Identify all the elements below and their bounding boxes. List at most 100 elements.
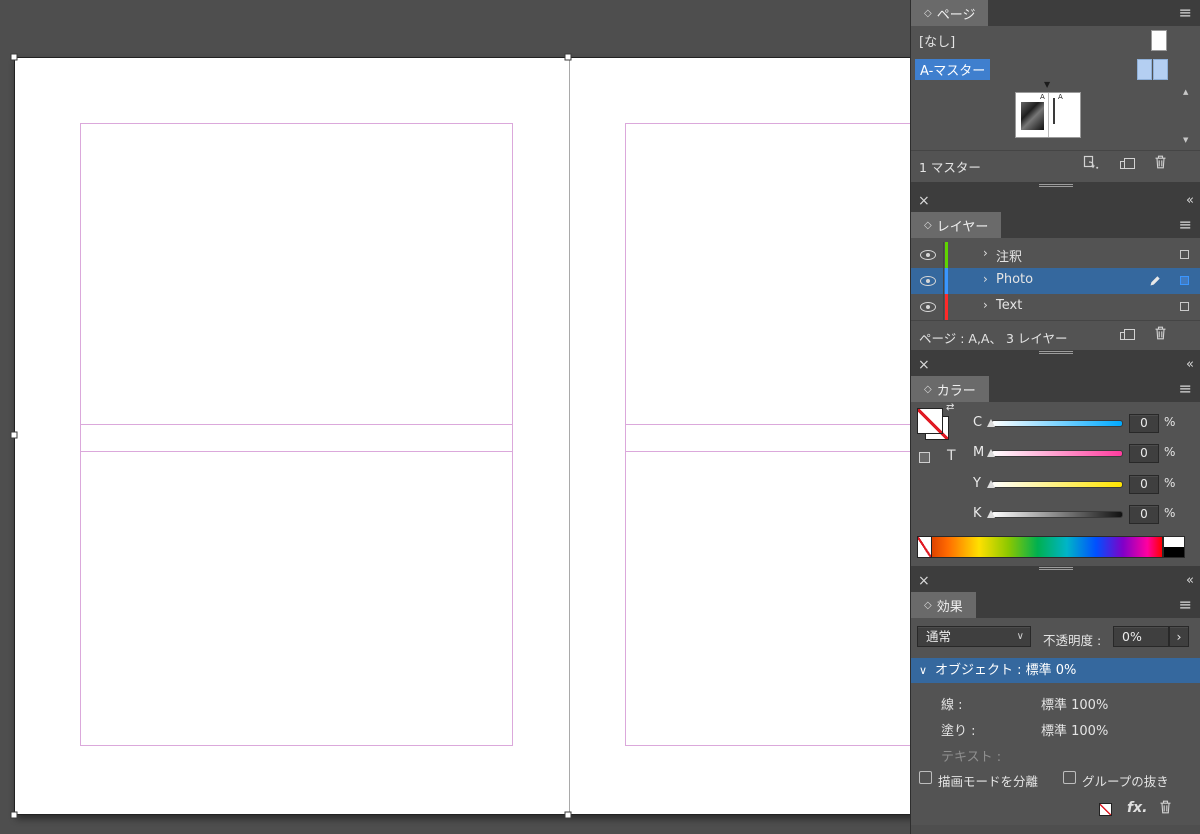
- selection-handle[interactable]: [564, 811, 572, 819]
- panel-menu-icon[interactable]: ≡: [1179, 379, 1192, 398]
- collapse-panel-icon[interactable]: «: [1186, 357, 1194, 372]
- layer-target-square[interactable]: [1180, 276, 1189, 285]
- isolate-blending-checkbox[interactable]: [919, 771, 932, 784]
- new-page-icon[interactable]: [1120, 158, 1135, 169]
- percent-label: %: [1164, 415, 1176, 429]
- thumbnail-master-letter: A: [1058, 93, 1063, 101]
- chevron-down-icon: ∨: [1016, 631, 1024, 642]
- fx-button[interactable]: fx.: [1127, 800, 1147, 816]
- panel-menu-icon[interactable]: ≡: [1179, 595, 1192, 614]
- tab-pages[interactable]: ◇ ページ: [911, 0, 989, 26]
- slider-thumb[interactable]: [987, 510, 995, 518]
- close-icon[interactable]: ×: [918, 193, 930, 209]
- isolate-blending-label[interactable]: 描画モードを分離: [938, 771, 1038, 790]
- delete-page-icon[interactable]: [1154, 155, 1167, 173]
- expand-chevron-icon[interactable]: ›: [983, 246, 988, 260]
- fill-attr-label[interactable]: 塗り :: [941, 720, 976, 739]
- selection-handle[interactable]: [564, 53, 572, 61]
- none-color-swatch[interactable]: [917, 536, 932, 558]
- tab-color[interactable]: ◇ カラー: [911, 376, 989, 402]
- chevron-down-icon[interactable]: ∨: [919, 658, 927, 683]
- selection-handle[interactable]: [10, 53, 18, 61]
- blend-mode-select[interactable]: 通常 ∨: [917, 626, 1031, 647]
- slider-thumb[interactable]: [987, 419, 995, 427]
- layers-status-label: ページ : A,A、 3 レイヤー: [919, 331, 1068, 346]
- layer-target-square[interactable]: [1180, 302, 1189, 311]
- frame-divider-guide: [80, 451, 513, 452]
- magenta-slider[interactable]: [991, 450, 1123, 457]
- text-attr-label: テキスト :: [941, 750, 1002, 765]
- black-value-field[interactable]: 0: [1129, 505, 1159, 524]
- yellow-value-field[interactable]: 0: [1129, 475, 1159, 494]
- color-spectrum-ramp[interactable]: [917, 536, 1163, 558]
- panel-resize-gutter[interactable]: [911, 182, 1200, 192]
- opacity-field[interactable]: 0%: [1113, 626, 1169, 647]
- panel-menu-icon[interactable]: ≡: [1179, 3, 1192, 22]
- slider-thumb[interactable]: [987, 480, 995, 488]
- master-none-page-icon[interactable]: [1151, 30, 1167, 51]
- cyan-value-field[interactable]: 0: [1129, 414, 1159, 433]
- formatting-affects-text-icon[interactable]: T: [947, 448, 956, 464]
- yellow-slider[interactable]: [991, 481, 1123, 488]
- close-icon[interactable]: ×: [918, 357, 930, 373]
- expand-chevron-icon[interactable]: ›: [983, 272, 988, 286]
- cyan-slider[interactable]: [991, 420, 1123, 427]
- eye-icon[interactable]: [920, 250, 936, 260]
- new-layer-icon[interactable]: [1120, 329, 1135, 340]
- collapse-panel-icon[interactable]: «: [1186, 573, 1194, 588]
- thumbnail-master-letter: A: [1040, 93, 1045, 101]
- layer-color-bar: [945, 268, 948, 294]
- edit-master-icon[interactable]: [1083, 155, 1099, 174]
- channel-label: Y: [973, 476, 981, 491]
- panel-menu-icon[interactable]: ≡: [1179, 215, 1192, 234]
- knockout-group-label[interactable]: グループの抜き: [1082, 771, 1169, 790]
- tab-effects-label: 効果: [936, 599, 963, 615]
- layer-name[interactable]: 注釈: [996, 246, 1022, 265]
- panel-dock: ◇ ページ ≡ [なし] A-マスター ▼ A A ▲ ▼ 1 マスター × «…: [910, 0, 1200, 834]
- object-summary: オブジェクト : 標準 0%: [935, 663, 1077, 678]
- delete-effect-icon[interactable]: [1159, 800, 1172, 818]
- expand-chevron-icon[interactable]: ›: [983, 298, 988, 312]
- formatting-affects-container-icon[interactable]: [919, 452, 930, 463]
- selection-handle[interactable]: [10, 811, 18, 819]
- color-panel: × « ◇ カラー ≡ ⇄ T C 0 % M 0 % Y 0 % K 0 %: [911, 356, 1200, 566]
- opacity-stepper-button[interactable]: ›: [1169, 626, 1189, 647]
- master-none-item[interactable]: [なし]: [919, 31, 955, 50]
- swap-fill-stroke-icon[interactable]: ⇄: [946, 402, 954, 413]
- tab-layers[interactable]: ◇ レイヤー: [911, 212, 1002, 238]
- layer-row-text[interactable]: › Text: [911, 294, 1200, 320]
- percent-label: %: [1164, 476, 1176, 490]
- layer-name[interactable]: Photo: [996, 272, 1033, 287]
- eye-icon[interactable]: [920, 302, 936, 312]
- scroll-down-icon[interactable]: ▼: [1183, 136, 1188, 144]
- magenta-value-field[interactable]: 0: [1129, 444, 1159, 463]
- spread-thumbnail[interactable]: A A: [1015, 92, 1081, 138]
- stroke-attr-label[interactable]: 線 :: [941, 694, 963, 713]
- clear-effects-icon[interactable]: [1099, 803, 1112, 816]
- layer-row-annotation[interactable]: › 注釈: [911, 242, 1200, 268]
- eye-icon[interactable]: [920, 276, 936, 286]
- master-a-spread-icon[interactable]: [1137, 59, 1168, 80]
- effects-panel: × « ◇ 効果 ≡ 通常 ∨ 不透明度 : 0% › ∨ オブジェクト: 標…: [911, 572, 1200, 825]
- scroll-up-icon[interactable]: ▲: [1183, 88, 1188, 96]
- layer-target-square[interactable]: [1180, 250, 1189, 259]
- knockout-group-checkbox[interactable]: [1063, 771, 1076, 784]
- collapse-panel-icon[interactable]: «: [1186, 193, 1194, 208]
- layer-name[interactable]: Text: [996, 298, 1022, 313]
- slider-thumb[interactable]: [987, 449, 995, 457]
- color-tabbar: ◇ カラー ≡: [911, 376, 1200, 402]
- close-icon[interactable]: ×: [918, 573, 930, 589]
- white-black-swatches[interactable]: [1163, 536, 1185, 558]
- fill-swatch[interactable]: [917, 408, 943, 434]
- selection-handle[interactable]: [10, 431, 18, 439]
- delete-layer-icon[interactable]: [1154, 326, 1167, 344]
- layer-row-photo[interactable]: › Photo: [911, 268, 1200, 294]
- layer-color-bar: [945, 242, 948, 268]
- pages-tabbar: ◇ ページ ≡: [911, 0, 1200, 26]
- black-slider[interactable]: [991, 511, 1123, 518]
- tab-effects[interactable]: ◇ 効果: [911, 592, 976, 618]
- master-a-item[interactable]: A-マスター: [915, 59, 991, 80]
- panel-cycle-icon: ◇: [924, 599, 932, 611]
- effects-object-row[interactable]: ∨ オブジェクト : 標準 0%: [911, 658, 1200, 683]
- pen-edit-icon: [1149, 275, 1161, 291]
